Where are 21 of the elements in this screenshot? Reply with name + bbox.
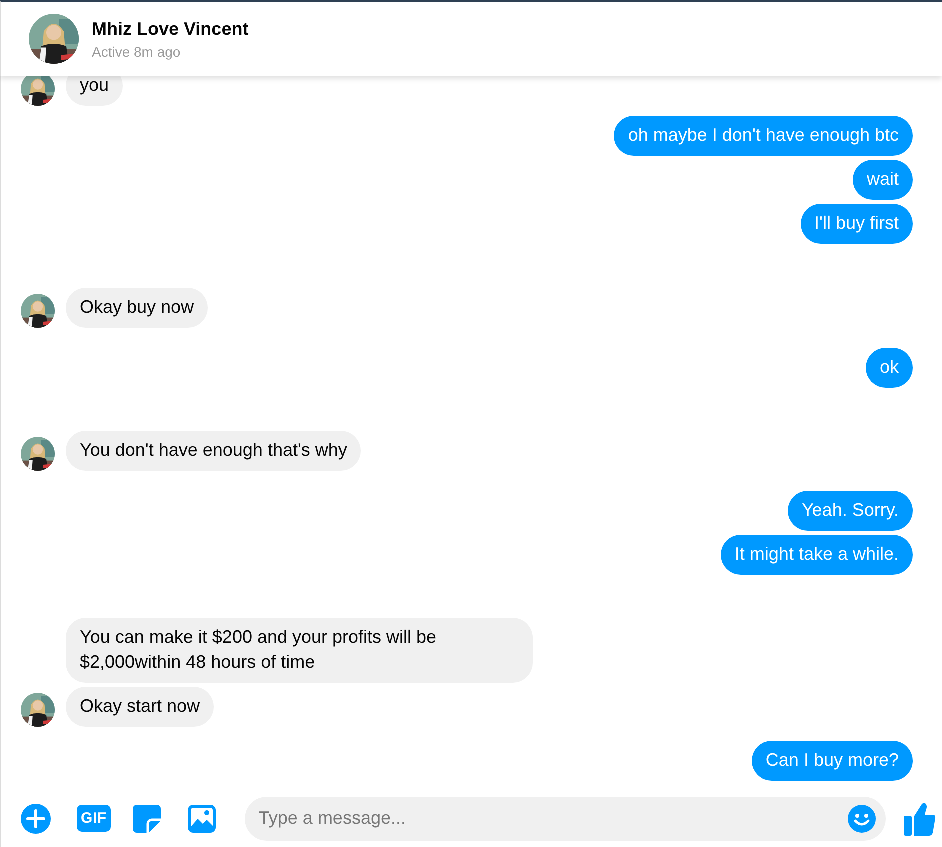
message-bubble: oh maybe I don't have enough btc [614, 116, 913, 156]
message-field[interactable]: Type a message... [244, 796, 886, 840]
gif-button[interactable]: GIF [77, 805, 111, 832]
thumbs-up-icon[interactable] [904, 802, 936, 836]
message-bubble: You can make it $200 and your profits will be $2,000within 48 hours of time [66, 618, 533, 683]
message-bubble: Yeah. Sorry. [788, 491, 913, 531]
active-status: Active 8m ago [92, 44, 182, 60]
message-bubble: Okay buy now [66, 288, 208, 328]
message-bubble: Okay start now [66, 687, 214, 727]
message-bubble: I'll buy first [800, 204, 913, 244]
message-bubble: you [66, 76, 124, 106]
message-bubble: It might take a while. [720, 535, 913, 575]
sticker-icon[interactable] [132, 804, 161, 832]
emoji-icon[interactable] [848, 804, 876, 832]
message-bubble: Can I buy more? [752, 741, 913, 781]
image-icon[interactable] [188, 804, 216, 832]
contact-name: Mhiz Love Vincent [92, 18, 249, 40]
message-bubble: wait [852, 160, 913, 200]
message-bubble: You don't have enough that's why [66, 431, 362, 471]
add-icon[interactable] [21, 804, 51, 834]
message-bubble: ok [866, 348, 913, 388]
